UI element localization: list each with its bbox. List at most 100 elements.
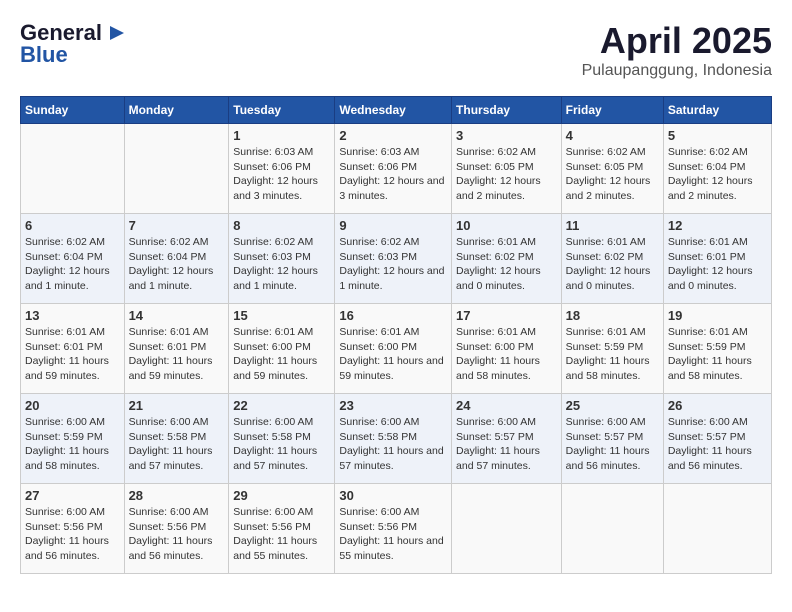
calendar-subtitle: Pulaupanggung, Indonesia xyxy=(582,62,772,80)
day-number: 12 xyxy=(668,218,767,233)
day-info: Sunrise: 6:02 AMSunset: 6:05 PMDaylight:… xyxy=(566,145,659,204)
day-number: 23 xyxy=(339,398,447,413)
day-info: Sunrise: 6:01 AM Sunset: 6:00 PM Daylight:… xyxy=(456,325,557,384)
day-number: 24 xyxy=(456,398,557,413)
calendar-cell: 22Sunrise: 6:00 AMSunset: 5:58 PMDayligh… xyxy=(229,394,335,484)
day-number: 7 xyxy=(129,218,225,233)
weekday-header-monday: Monday xyxy=(124,97,229,124)
weekday-header-row: SundayMondayTuesdayWednesdayThursdayFrid… xyxy=(21,97,772,124)
calendar-cell: 6 Sunrise: 6:02 AMSunset: 6:04 PMDaylight… xyxy=(21,214,125,304)
sunrise-info: Sunrise: 6:00 AM xyxy=(566,416,646,428)
sunrise-info: Sunrise: 6:02 AM xyxy=(25,236,105,248)
calendar-cell: 9 Sunrise: 6:02 AMSunset: 6:03 PMDaylight… xyxy=(335,214,452,304)
sunset-info: Sunset: 6:01 PM xyxy=(668,251,746,263)
calendar-cell: 10Sunrise: 6:01 AMSunset: 6:02 PMDayligh… xyxy=(452,214,562,304)
calendar-cell: 30Sunrise: 6:00 AMSunset: 5:56 PMDayligh… xyxy=(335,484,452,574)
day-number: 26 xyxy=(668,398,767,413)
daylight-info: Daylight: 12 hours and 0 minutes. xyxy=(668,265,753,292)
weekday-header-thursday: Thursday xyxy=(452,97,562,124)
day-number: 11 xyxy=(566,218,659,233)
day-number: 29 xyxy=(233,488,330,503)
sunrise-info: Sunrise: 6:03 AM xyxy=(339,146,419,158)
calendar-cell: 8Sunrise: 6:02 AMSunset: 6:03 PMDaylight… xyxy=(229,214,335,304)
sunset-info: Sunset: 6:01 PM xyxy=(25,341,103,353)
daylight-info: Daylight: 11 hours and 59 minutes. xyxy=(25,355,109,382)
sunset-info: Sunset: 5:59 PM xyxy=(566,341,644,353)
daylight-info: Daylight: 11 hours and 56 minutes. xyxy=(566,445,650,472)
day-number: 27 xyxy=(25,488,120,503)
calendar-cell: 28Sunrise: 6:00 AMSunset: 5:56 PMDayligh… xyxy=(124,484,229,574)
calendar-cell xyxy=(21,124,125,214)
calendar-cell xyxy=(124,124,229,214)
day-number: 10 xyxy=(456,218,557,233)
day-info: Sunrise: 6:00 AMSunset: 5:59 PMDaylight:… xyxy=(25,415,120,474)
sunrise-info: Sunrise: 6:00 AM xyxy=(129,506,209,518)
daylight-info: Daylight: 12 hours and 3 minutes. xyxy=(233,175,318,202)
calendar-cell xyxy=(663,484,771,574)
calendar-cell: 16Sunrise: 6:01 AMSunset: 6:00 PMDayligh… xyxy=(335,304,452,394)
logo: General Blue xyxy=(20,20,126,68)
calendar-title: April 2025 xyxy=(582,20,772,62)
day-number: 16 xyxy=(339,308,447,323)
day-info: Sunrise: 6:00 AMSunset: 5:57 PMDaylight:… xyxy=(566,415,659,474)
weekday-header-friday: Friday xyxy=(561,97,663,124)
sunset-info: Sunset: 5:57 PM xyxy=(668,431,746,443)
day-number: 9 xyxy=(339,218,447,233)
day-info: Sunrise: 6:00 AMSunset: 5:58 PMDaylight:… xyxy=(233,415,330,474)
calendar-cell xyxy=(452,484,562,574)
calendar-cell: 23Sunrise: 6:00 AMSunset: 5:58 PMDayligh… xyxy=(335,394,452,484)
day-number: 4 xyxy=(566,128,659,143)
page-header: General Blue April 2025 Pulaupanggung, I… xyxy=(20,20,772,80)
day-number: 2 xyxy=(339,128,447,143)
calendar-cell: 19Sunrise: 6:01 AMSunset: 5:59 PMDayligh… xyxy=(663,304,771,394)
daylight-info: Daylight: 11 hours and 55 minutes. xyxy=(339,535,443,562)
day-info: Sunrise: 6:01 AMSunset: 6:00 PMDaylight:… xyxy=(339,325,447,384)
sunrise-info: Sunrise: 6:01 AM xyxy=(456,326,536,338)
day-number: 14 xyxy=(129,308,225,323)
day-info: Sunrise: 6:02 AMSunset: 6:04 PMDaylight:… xyxy=(25,235,120,294)
daylight-info: Daylight: 11 hours and 58 minutes. xyxy=(25,445,109,472)
day-info: Sunrise: 6:01 AMSunset: 6:02 PMDaylight:… xyxy=(566,235,659,294)
day-number: 15 xyxy=(233,308,330,323)
sunrise-info: Sunrise: 6:01 AM xyxy=(25,326,105,338)
daylight-info: Daylight: 11 hours and 58 minutes. xyxy=(456,355,540,382)
day-number: 21 xyxy=(129,398,225,413)
day-info: Sunrise: 6:00 AMSunset: 5:58 PMDaylight:… xyxy=(129,415,225,474)
sunrise-info: Sunrise: 6:00 AM xyxy=(456,416,536,428)
daylight-info: Daylight: 12 hours and 1 minute. xyxy=(339,265,444,292)
day-info: Sunrise: 6:01 AMSunset: 6:02 PMDaylight:… xyxy=(456,235,557,294)
sunrise-info: Sunrise: 6:02 AM xyxy=(566,146,646,158)
sunset-info: Sunset: 6:00 PM xyxy=(233,341,311,353)
day-info: Sunrise: 6:01 AMSunset: 5:59 PMDaylight:… xyxy=(668,325,767,384)
day-number: 3 xyxy=(456,128,557,143)
daylight-info: Daylight: 11 hours and 57 minutes. xyxy=(129,445,213,472)
sunset-info: Sunset: 6:02 PM xyxy=(456,251,534,263)
day-number: 6 xyxy=(25,218,120,233)
day-number: 18 xyxy=(566,308,659,323)
daylight-info: Daylight: 11 hours and 55 minutes. xyxy=(233,535,317,562)
week-row-3: 13Sunrise: 6:01 AMSunset: 6:01 PMDayligh… xyxy=(21,304,772,394)
sunrise-info: Sunrise: 6:01 AM xyxy=(339,326,419,338)
calendar-cell: 14Sunrise: 6:01 AMSunset: 6:01 PMDayligh… xyxy=(124,304,229,394)
calendar-cell: 3 Sunrise: 6:02 AMSunset: 6:05 PMDaylight… xyxy=(452,124,562,214)
day-info: Sunrise: 6:02 AMSunset: 6:04 PMDaylight:… xyxy=(668,145,767,204)
daylight-info: Daylight: 11 hours and 58 minutes. xyxy=(566,355,650,382)
sunrise-info: Sunrise: 6:02 AM xyxy=(456,146,536,158)
sunset-info: Sunset: 6:01 PM xyxy=(129,341,207,353)
day-info: Sunrise: 6:02 AMSunset: 6:05 PMDaylight:… xyxy=(456,145,557,204)
sunset-info: Sunset: 6:00 PM xyxy=(456,341,534,353)
day-info: Sunrise: 6:00 AMSunset: 5:57 PMDaylight:… xyxy=(456,415,557,474)
sunrise-info: Sunrise: 6:00 AM xyxy=(25,506,105,518)
daylight-info: Daylight: 11 hours and 57 minutes. xyxy=(339,445,443,472)
sunset-info: Sunset: 5:56 PM xyxy=(339,521,417,533)
daylight-info: Daylight: 12 hours and 1 minute. xyxy=(129,265,214,292)
day-info: Sunrise: 6:01 AM Sunset: 6:01 PM Daylight:… xyxy=(25,325,120,384)
daylight-info: Daylight: 12 hours and 3 minutes. xyxy=(339,175,444,202)
day-info: Sunrise: 6:02 AMSunset: 6:04 PMDaylight:… xyxy=(129,235,225,294)
sunrise-info: Sunrise: 6:00 AM xyxy=(339,416,419,428)
calendar-cell: 29Sunrise: 6:00 AMSunset: 5:56 PMDayligh… xyxy=(229,484,335,574)
sunset-info: Sunset: 6:06 PM xyxy=(339,161,417,173)
sunrise-info: Sunrise: 6:01 AM xyxy=(456,236,536,248)
day-info: Sunrise: 6:02 AMSunset: 6:03 PMDaylight:… xyxy=(339,235,447,294)
sunset-info: Sunset: 6:00 PM xyxy=(339,341,417,353)
